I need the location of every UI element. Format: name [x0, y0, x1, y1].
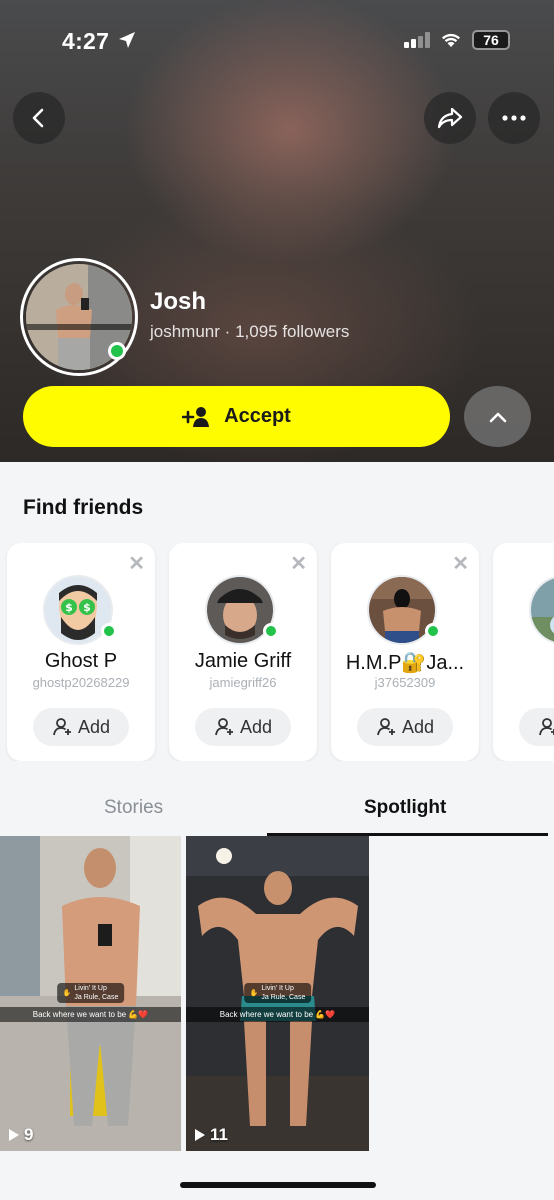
friend-card-ghost-p[interactable]: ✕ $ $ Ghost P ghostp20268229 Add — [7, 543, 155, 761]
accept-label: Accept — [224, 405, 291, 427]
add-label: Add — [239, 716, 273, 737]
add-label: Add — [401, 716, 435, 737]
friend-avatar — [529, 575, 554, 645]
profile-followers: 1,095 followers — [235, 322, 350, 341]
close-icon[interactable]: ✕ — [128, 551, 145, 576]
add-person-icon — [377, 718, 395, 736]
friend-username: ghostp20268229 — [32, 675, 130, 690]
music-info: Livin' It Up Ja Rule, Case — [261, 985, 306, 1001]
friend-card-hmp[interactable]: ✕ H.M.P🔐Ja... j37652309 Add — [331, 543, 479, 761]
online-status-dot — [263, 623, 279, 639]
music-info: Livin' It Up Ja Rule, Case — [74, 985, 119, 1001]
svg-text:$: $ — [83, 601, 91, 614]
add-friend-button[interactable]: Add — [195, 708, 291, 746]
tab-spotlight[interactable]: Spotlight — [364, 797, 446, 819]
chevron-left-icon — [32, 108, 44, 128]
online-status-dot — [425, 623, 441, 639]
snap-caption: Back where we want to be 💪❤️ — [0, 1007, 181, 1022]
friend-name: J — [493, 650, 554, 673]
profile-subtitle: joshmunr · 1,095 followers — [150, 322, 349, 342]
signal-icon — [404, 32, 430, 48]
more-dots-icon — [502, 115, 526, 121]
add-friend-button[interactable]: Add — [519, 708, 554, 746]
friend-name: Jamie Griff — [194, 650, 292, 672]
find-friends-carousel[interactable]: ✕ $ $ Ghost P ghostp20268229 Add ✕ Jamie… — [0, 543, 554, 761]
friend-username: j37652309 — [374, 675, 436, 690]
accept-button[interactable]: Accept — [23, 386, 450, 447]
more-options-button[interactable] — [488, 92, 540, 144]
friend-username: gil — [493, 675, 554, 690]
profile-name: Josh — [150, 288, 207, 315]
profile-username: joshmunr — [150, 322, 220, 341]
add-label: Add — [77, 716, 111, 737]
music-note-icon: ✋ — [62, 989, 72, 997]
snap-caption: Back where we want to be 💪❤️ — [186, 1007, 369, 1022]
friend-username: jamiegriff26 — [209, 675, 277, 690]
play-icon — [9, 1129, 19, 1141]
add-person-icon — [539, 718, 554, 736]
online-status-dot — [101, 623, 117, 639]
add-person-icon — [53, 718, 71, 736]
status-right: 76 — [404, 30, 510, 50]
location-arrow-icon — [119, 32, 135, 48]
friend-name: H.M.P🔐Ja... — [345, 652, 465, 674]
home-indicator — [180, 1182, 376, 1188]
spotlight-thumbnail[interactable]: ✋ Livin' It Up Ja Rule, Case Back where w… — [0, 836, 181, 1151]
friend-card-partial[interactable]: J gil Add — [493, 543, 554, 761]
add-friend-icon — [182, 406, 210, 427]
online-status-dot — [108, 342, 126, 360]
close-icon[interactable]: ✕ — [452, 551, 469, 576]
find-friends-title: Find friends — [23, 496, 144, 519]
close-icon[interactable]: ✕ — [290, 551, 307, 576]
subtitle-separator: · — [224, 322, 231, 341]
music-note-icon: ✋ — [249, 989, 259, 997]
view-count: 9 — [8, 1125, 33, 1145]
svg-text:$: $ — [65, 601, 73, 614]
chevron-up-icon — [489, 412, 506, 422]
spotlight-thumbnail[interactable]: ✋ Livin' It Up Ja Rule, Case Back where w… — [186, 836, 369, 1151]
tab-stories[interactable]: Stories — [104, 797, 163, 819]
friend-name: Ghost P — [44, 650, 118, 672]
add-person-icon — [215, 718, 233, 736]
share-button[interactable] — [424, 92, 476, 144]
back-button[interactable] — [13, 92, 65, 144]
add-friend-button[interactable]: Add — [357, 708, 453, 746]
view-count: 11 — [194, 1125, 228, 1145]
wifi-icon — [442, 33, 460, 47]
play-icon — [195, 1129, 205, 1141]
profile-header: 4:27 76 Josh joshmunr · 1,095 followers … — [0, 0, 554, 462]
music-sticker: ✋ Livin' It Up Ja Rule, Case — [56, 983, 125, 1003]
battery-indicator: 76 — [472, 30, 510, 50]
share-icon — [437, 107, 463, 129]
collapse-button[interactable] — [464, 386, 531, 447]
status-time: 4:27 — [62, 28, 110, 54]
content-tabs: Stories Spotlight — [0, 785, 554, 837]
add-friend-button[interactable]: Add — [33, 708, 129, 746]
music-sticker: ✋ Livin' It Up Ja Rule, Case — [243, 983, 312, 1003]
friend-card-jamie-griff[interactable]: ✕ Jamie Griff jamiegriff26 Add — [169, 543, 317, 761]
